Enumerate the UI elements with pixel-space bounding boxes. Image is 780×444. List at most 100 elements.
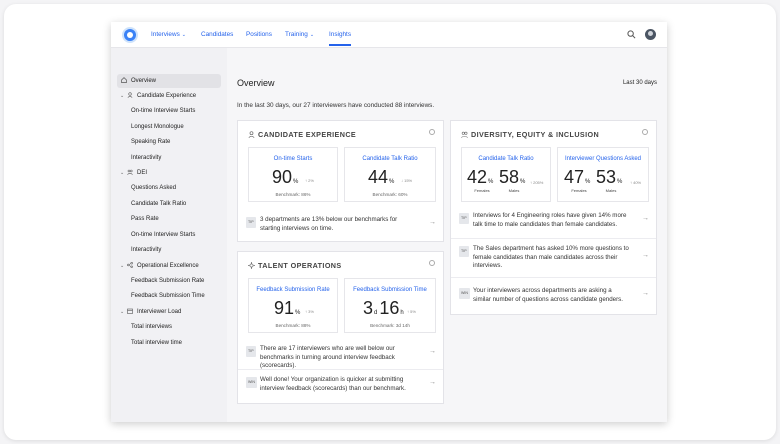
sidebar-item-pass-rate[interactable]: Pass Rate <box>131 212 221 226</box>
card-title-text: DIVERSITY, EQUITY & INCLUSION <box>471 130 600 139</box>
win-row[interactable]: WIN Your interviewers across departments… <box>459 287 649 307</box>
sidebar-item-speaking-rate[interactable]: Speaking Rate <box>131 135 221 149</box>
sidebar-group-interviewer-load[interactable]: ⌄ Interviewer Load <box>117 305 221 319</box>
main-content: Overview Last 30 days In the last 30 day… <box>227 48 667 422</box>
period-selector[interactable]: Last 30 days <box>623 80 657 86</box>
metric-benchmark: Benchmark: 60% <box>372 192 408 197</box>
metric-number: 44 <box>368 167 389 187</box>
arrow-right-icon[interactable]: → <box>429 219 436 228</box>
metric-unit: % <box>520 179 526 185</box>
metric-delta: ↑ 5% <box>407 309 416 314</box>
sidebar-item-questions-asked[interactable]: Questions Asked <box>131 181 221 195</box>
sparkle-icon <box>248 262 255 269</box>
sidebar-item-candidate-talk-ratio[interactable]: Candidate Talk Ratio <box>131 197 221 211</box>
tip-row[interactable]: TIP 3 departments are 13% below our benc… <box>246 216 436 236</box>
overview-summary: In the last 30 days, our 27 interviewers… <box>237 102 435 109</box>
metric-title: Feedback Submission Time <box>353 287 427 293</box>
sidebar-item-ontime-starts-dei[interactable]: On-time Interview Starts <box>131 228 221 242</box>
sidebar-item-interactivity[interactable]: Interactivity <box>131 151 221 165</box>
metric-benchmark: Benchmark: 88% <box>275 323 311 328</box>
sidebar-item-total-interviews[interactable]: Total interviews <box>131 320 221 334</box>
sidebar-item-label: Candidate Experience <box>137 93 197 99</box>
metric-ontime-starts[interactable]: On-time Starts 90% ↑ 2% Benchmark: 86% <box>248 147 338 202</box>
win-row[interactable]: WIN Well done! Your organization is quic… <box>246 376 436 396</box>
sidebar-item-interactivity-dei[interactable]: Interactivity <box>131 243 221 257</box>
sidebar-item-total-interview-time[interactable]: Total interview time <box>131 336 221 350</box>
metric-feedback-submission-rate[interactable]: Feedback Submission Rate 91% ↑ 3% Benchm… <box>248 278 338 333</box>
chevron-down-icon: ⌄ <box>120 93 125 99</box>
group-label: Males <box>508 188 520 193</box>
sidebar-group-candidate-experience[interactable]: ⌄ Candidate Experience <box>117 89 221 103</box>
nav-interviews-label: Interviews <box>151 31 180 38</box>
tip-text: The Sales department has asked 10% more … <box>473 245 629 269</box>
card-title-text: TALENT OPERATIONS <box>258 261 342 270</box>
tip-row[interactable]: TIP The Sales department has asked 10% m… <box>459 245 649 271</box>
calendar-icon <box>127 308 133 314</box>
arrow-right-icon[interactable]: → <box>429 348 436 357</box>
sidebar-item-overview[interactable]: Overview <box>117 74 221 88</box>
home-icon <box>121 77 127 83</box>
tip-row[interactable]: TIP There are 17 interviewers who are we… <box>246 345 436 369</box>
metric-delta: ↑ 205% <box>530 180 544 185</box>
tip-badge: TIP <box>246 346 256 357</box>
nav-interviews[interactable]: Interviews ⌄ <box>151 31 186 38</box>
metric-title: Interviewer Questions Asked <box>564 156 642 162</box>
metric-number: 42 <box>467 167 488 187</box>
card-title: DIVERSITY, EQUITY & INCLUSION <box>461 130 599 139</box>
info-icon[interactable] <box>429 129 435 135</box>
info-icon[interactable] <box>642 129 648 135</box>
group-label: Males <box>605 188 617 193</box>
metric-delta: ↑ 3% <box>305 309 314 314</box>
nav-positions[interactable]: Positions <box>246 31 272 38</box>
metric-delta: ↑ 2% <box>305 178 314 183</box>
tip-text: Interviews for 4 Engineering roles have … <box>473 212 627 228</box>
search-icon[interactable] <box>627 30 636 39</box>
info-icon[interactable] <box>429 260 435 266</box>
tip-badge: TIP <box>459 213 469 224</box>
user-icon <box>127 92 133 98</box>
arrow-right-icon[interactable]: → <box>642 252 649 261</box>
metric-candidate-talk-ratio[interactable]: Candidate Talk Ratio 44% ↓ 15% Benchmark… <box>344 147 436 202</box>
sidebar-group-dei[interactable]: ⌄ DEI <box>117 166 221 180</box>
win-badge: WIN <box>459 288 470 299</box>
sidebar-item-longest-monologue[interactable]: Longest Monologue <box>131 120 221 134</box>
metric-feedback-submission-time[interactable]: Feedback Submission Time 3d 16h ↑ 5% Benc… <box>344 278 436 333</box>
dei-card: DIVERSITY, EQUITY & INCLUSION Candidate … <box>450 120 657 315</box>
metric-dei-candidate-talk-ratio[interactable]: Candidate Talk Ratio 42% Females 58% Mal… <box>461 147 551 202</box>
tip-row[interactable]: TIP Interviews for 4 Engineering roles h… <box>459 212 649 232</box>
arrow-right-icon[interactable]: → <box>642 290 649 299</box>
arrow-right-icon[interactable]: → <box>429 379 436 388</box>
users-icon <box>461 131 468 138</box>
metric-interviewer-questions-asked[interactable]: Interviewer Questions Asked 47% Females … <box>557 147 649 202</box>
sidebar-item-label: DEI <box>137 170 148 176</box>
group-label: Females <box>474 188 490 193</box>
metric-number-hours: 16 <box>379 298 400 318</box>
avatar[interactable] <box>645 29 656 40</box>
nav-insights[interactable]: Insights <box>329 31 352 46</box>
chevron-down-icon: ⌄ <box>181 32 186 38</box>
logo-icon[interactable] <box>124 29 136 41</box>
nav-candidates[interactable]: Candidates <box>201 31 233 38</box>
metric-title: Feedback Submission Rate <box>256 287 330 293</box>
metric-benchmark: Benchmark: 86% <box>275 192 311 197</box>
candidate-experience-card: CANDIDATE EXPERIENCE On-time Starts 90% … <box>237 120 444 242</box>
sidebar-item-ontime-starts[interactable]: On-time Interview Starts <box>131 104 221 118</box>
users-icon <box>127 169 133 175</box>
divider <box>451 277 656 278</box>
win-badge: WIN <box>246 377 257 388</box>
metric-value-male: 58% <box>499 167 525 188</box>
nav-training[interactable]: Training ⌄ <box>285 31 314 38</box>
top-nav: Interviews ⌄ Candidates Positions Trainin… <box>111 22 667 48</box>
share-icon <box>127 262 133 268</box>
metric-unit: % <box>293 179 299 185</box>
metric-title: Candidate Talk Ratio <box>478 156 534 162</box>
metric-number: 90 <box>272 167 293 187</box>
sidebar-item-label: Operational Excellence <box>137 263 199 269</box>
tip-text: 3 departments are 13% below our benchmar… <box>260 216 398 232</box>
sidebar-group-operational-excellence[interactable]: ⌄ Operational Excellence <box>117 259 221 273</box>
arrow-right-icon[interactable]: → <box>642 215 649 224</box>
metric-number-days: 3 <box>363 298 374 318</box>
sidebar-item-feedback-submission-rate[interactable]: Feedback Submission Rate <box>131 274 221 288</box>
divider <box>451 238 656 239</box>
sidebar-item-feedback-submission-time[interactable]: Feedback Submission Time <box>131 289 221 303</box>
